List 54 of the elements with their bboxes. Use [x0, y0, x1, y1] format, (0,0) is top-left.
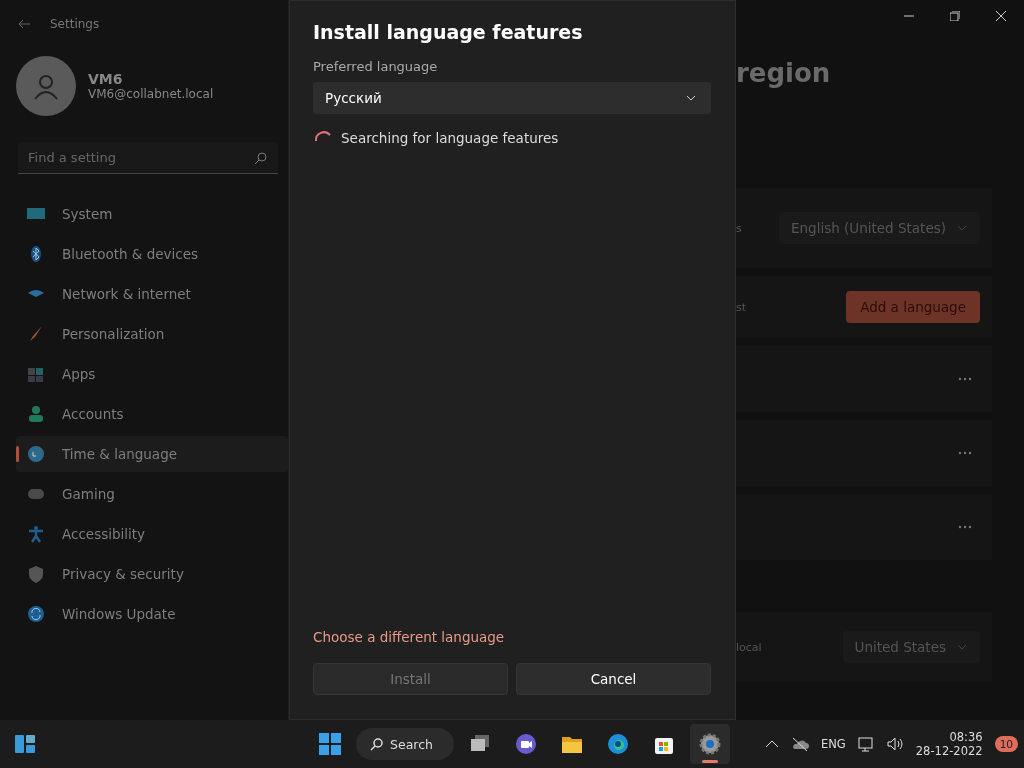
video-chat-icon: [515, 733, 537, 755]
search-icon: [370, 737, 384, 751]
status-text: Searching for language features: [341, 130, 559, 146]
dialog-button[interactable]: Cancel: [516, 663, 711, 695]
nav-item[interactable]: Gaming: [16, 476, 288, 512]
user-email: VM6@collabnet.local: [88, 87, 214, 101]
cloud-off-icon: [791, 736, 809, 752]
nav-item[interactable]: Accounts: [16, 396, 288, 432]
label-fragment: s: [736, 221, 742, 235]
more-icon: [958, 451, 972, 455]
clock-date: 28-12-2022: [915, 744, 983, 758]
windows-logo-icon: [318, 732, 342, 756]
label-fragment: st: [736, 300, 747, 314]
label-fragment: local: [736, 640, 762, 654]
gear-icon: [699, 733, 721, 755]
dropdown[interactable]: English (United States): [779, 212, 980, 244]
person-outline-icon: [32, 72, 60, 100]
person-icon: [26, 404, 46, 424]
more-icon: [958, 525, 972, 529]
restore-icon: [950, 11, 960, 21]
network-icon: [857, 736, 874, 752]
user-name: VM6: [88, 71, 124, 87]
nav-item[interactable]: System: [16, 196, 288, 232]
field-label: Preferred language: [313, 59, 439, 74]
search-field[interactable]: Find a setting: [18, 142, 278, 174]
accessibility-icon: [26, 524, 46, 544]
taskbar-search[interactable]: Search: [356, 728, 454, 760]
clock-time: 08:36: [949, 730, 983, 744]
dialog-title: Install language features: [313, 21, 584, 43]
more-icon: [958, 377, 972, 381]
nav-item[interactable]: Bluetooth & devices: [16, 236, 288, 272]
nav-item[interactable]: Privacy & security: [16, 556, 288, 592]
shield-icon: [26, 564, 46, 584]
notification-badge[interactable]: 10: [994, 736, 1018, 752]
speaker-icon: [885, 736, 904, 752]
different-language-link[interactable]: Choose a different language: [313, 629, 505, 645]
update-icon: [26, 604, 46, 624]
nav-item[interactable]: Network & internet: [16, 276, 288, 312]
language-indicator[interactable]: ENG: [821, 737, 846, 751]
nav-item[interactable]: Apps: [16, 356, 288, 392]
search-icon: [254, 151, 268, 165]
dropdown[interactable]: United States: [842, 631, 980, 663]
nav-item[interactable]: Accessibility: [16, 516, 288, 552]
nav-item[interactable]: Windows Update: [16, 596, 288, 632]
nav-item[interactable]: Personalization: [16, 316, 288, 352]
nav-item[interactable]: Time & language: [16, 436, 288, 472]
widgets-icon: [14, 733, 36, 755]
language-select[interactable]: Русский: [313, 82, 711, 114]
chevron-up-icon: [765, 738, 779, 750]
page-heading: region: [736, 58, 832, 90]
window-title: Settings: [50, 17, 100, 31]
close-icon: [996, 11, 1006, 21]
clock-icon: [26, 444, 46, 464]
browser-icon: [607, 733, 629, 755]
